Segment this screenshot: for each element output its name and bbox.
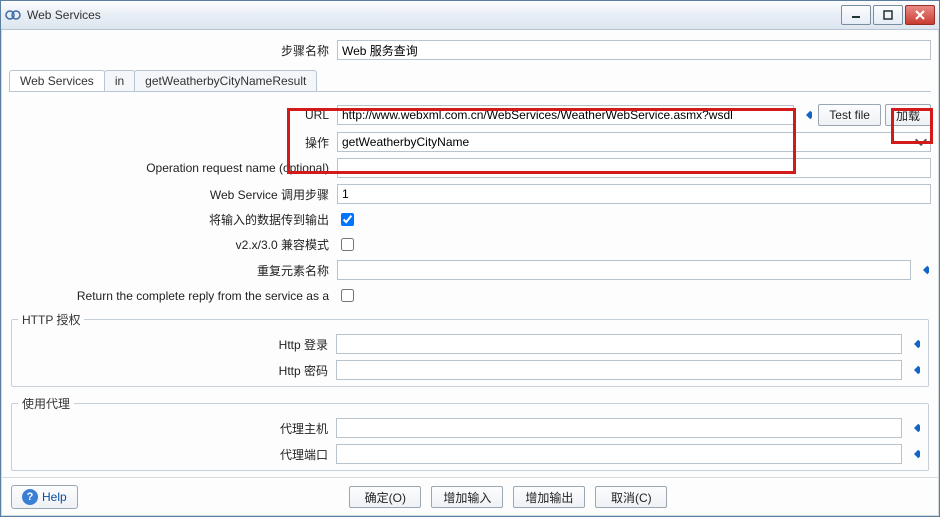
- proxy-port-label: 代理端口: [18, 446, 336, 463]
- repeat-elem-var-icon[interactable]: [915, 262, 931, 278]
- compat-label: v2.x/3.0 兼容模式: [9, 236, 337, 253]
- window-controls: [841, 5, 935, 25]
- step-name-label: 步骤名称: [9, 42, 337, 59]
- pass-output-checkbox[interactable]: [341, 213, 354, 226]
- add-output-button[interactable]: 增加输出: [513, 486, 585, 508]
- op-req-name-input[interactable]: [337, 158, 931, 178]
- http-login-label: Http 登录: [18, 336, 336, 353]
- tab-row: Web Services in getWeatherbyCityNameResu…: [9, 70, 931, 92]
- cancel-button[interactable]: 取消(C): [595, 486, 667, 508]
- url-label: URL: [9, 108, 337, 122]
- http-login-input[interactable]: [336, 334, 902, 354]
- http-password-input[interactable]: [336, 360, 902, 380]
- minimize-button[interactable]: [841, 5, 871, 25]
- tab-result[interactable]: getWeatherbyCityNameResult: [134, 70, 317, 91]
- ok-button[interactable]: 确定(O): [349, 486, 421, 508]
- tab-in[interactable]: in: [104, 70, 135, 91]
- url-input[interactable]: [337, 105, 794, 125]
- proxy-host-var-icon[interactable]: [906, 420, 922, 436]
- http-password-var-icon[interactable]: [906, 362, 922, 378]
- compat-checkbox[interactable]: [341, 238, 354, 251]
- op-req-name-label: Operation request name (optional): [9, 161, 337, 175]
- tab-panel-web-services: URL Test file 加载 操作: [9, 94, 931, 471]
- url-var-icon[interactable]: [798, 107, 814, 123]
- proxy-group: 使用代理 代理主机 代理端口: [11, 395, 929, 471]
- help-icon: ?: [22, 489, 38, 505]
- repeat-elem-label: 重复元素名称: [9, 262, 337, 279]
- titlebar: Web Services: [1, 1, 939, 30]
- call-steps-label: Web Service 调用步骤: [9, 186, 337, 203]
- operation-label: 操作: [9, 134, 337, 151]
- close-button[interactable]: [905, 5, 935, 25]
- repeat-elem-input[interactable]: [337, 260, 911, 280]
- app-icon: [5, 7, 21, 23]
- proxy-host-input[interactable]: [336, 418, 902, 438]
- load-button[interactable]: 加载: [885, 104, 931, 126]
- operation-select[interactable]: [337, 132, 931, 152]
- window-title: Web Services: [27, 8, 101, 22]
- return-complete-label: Return the complete reply from the servi…: [9, 289, 337, 303]
- content-area: 步骤名称 Web Services in getWeatherbyCityNam…: [1, 30, 939, 477]
- proxy-legend: 使用代理: [18, 395, 74, 412]
- help-button[interactable]: ? Help: [11, 485, 78, 509]
- http-password-label: Http 密码: [18, 362, 336, 379]
- dialog-window: Web Services 步骤名称 Web Services in getWea…: [0, 0, 940, 517]
- http-auth-group: HTTP 授权 Http 登录 Http 密码: [11, 311, 929, 387]
- tab-web-services[interactable]: Web Services: [9, 70, 105, 91]
- add-input-button[interactable]: 增加输入: [431, 486, 503, 508]
- pass-output-label: 将输入的数据传到输出: [9, 211, 337, 228]
- http-auth-legend: HTTP 授权: [18, 311, 84, 328]
- proxy-port-input[interactable]: [336, 444, 902, 464]
- http-login-var-icon[interactable]: [906, 336, 922, 352]
- test-file-button[interactable]: Test file: [818, 104, 881, 126]
- proxy-host-label: 代理主机: [18, 420, 336, 437]
- call-steps-input[interactable]: [337, 184, 931, 204]
- button-bar: ? Help 确定(O) 增加输入 增加输出 取消(C): [1, 477, 939, 516]
- maximize-button[interactable]: [873, 5, 903, 25]
- proxy-port-var-icon[interactable]: [906, 446, 922, 462]
- step-name-input[interactable]: [337, 40, 931, 60]
- return-complete-checkbox[interactable]: [341, 289, 354, 302]
